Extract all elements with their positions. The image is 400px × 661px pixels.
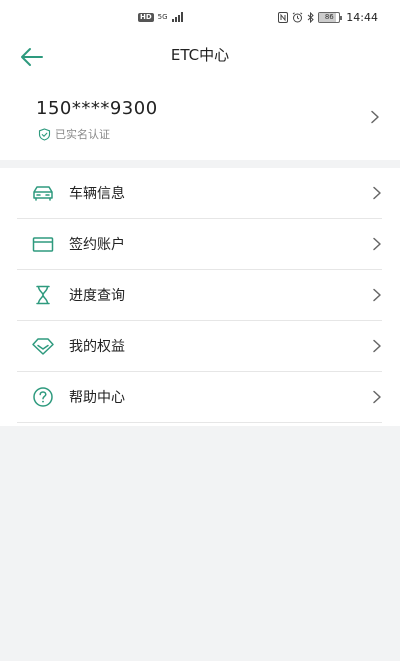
menu-item-signed-account[interactable]: 签约账户 [17, 219, 382, 270]
menu-item-label: 车辆信息 [69, 186, 125, 202]
alarm-icon [292, 12, 303, 23]
chevron-right-icon [373, 288, 381, 302]
system-indicators: 86 14:44 [278, 11, 378, 24]
battery-level: 86 [324, 13, 334, 21]
menu-item-label: 我的权益 [69, 339, 125, 355]
chevron-right-icon [373, 390, 381, 404]
nav-bar: ETC中心 [0, 38, 400, 84]
help-icon [33, 387, 53, 407]
network-indicators: HD 5G [138, 12, 183, 22]
diamond-icon [32, 338, 54, 355]
menu-item-label: 进度查询 [69, 288, 125, 304]
car-icon [33, 186, 53, 201]
bluetooth-icon [307, 12, 315, 23]
menu-list: 车辆信息 签约账户 进度查询 我的权益 帮助中心 [0, 168, 400, 426]
chevron-right-icon [373, 237, 381, 251]
status-bar: HD 5G 86 14:44 [0, 0, 400, 38]
shield-check-icon [38, 127, 51, 141]
phone-number: 150****9300 [36, 98, 158, 119]
account-card[interactable]: 150****9300 已实名认证 [0, 84, 400, 160]
chevron-right-icon [371, 110, 379, 124]
chevron-right-icon [373, 339, 381, 353]
page-title: ETC中心 [170, 46, 230, 64]
menu-item-label: 帮助中心 [69, 390, 125, 406]
hourglass-icon [36, 285, 50, 305]
status-time: 14:44 [346, 11, 378, 24]
menu-item-label: 签约账户 [69, 237, 125, 253]
nfc-icon [278, 12, 289, 23]
verified-label: 已实名认证 [55, 128, 110, 141]
card-icon [32, 237, 54, 252]
signal-icon [171, 12, 183, 22]
verified-status: 已实名认证 [38, 126, 110, 142]
menu-item-vehicle-info[interactable]: 车辆信息 [17, 168, 382, 219]
chevron-right-icon [373, 186, 381, 200]
menu-item-help-center[interactable]: 帮助中心 [17, 372, 382, 423]
menu-item-progress-query[interactable]: 进度查询 [17, 270, 382, 321]
menu-item-my-benefits[interactable]: 我的权益 [17, 321, 382, 372]
battery-icon: 86 [318, 12, 343, 23]
network-type: 5G [157, 12, 168, 21]
hd-badge: HD [138, 12, 154, 22]
